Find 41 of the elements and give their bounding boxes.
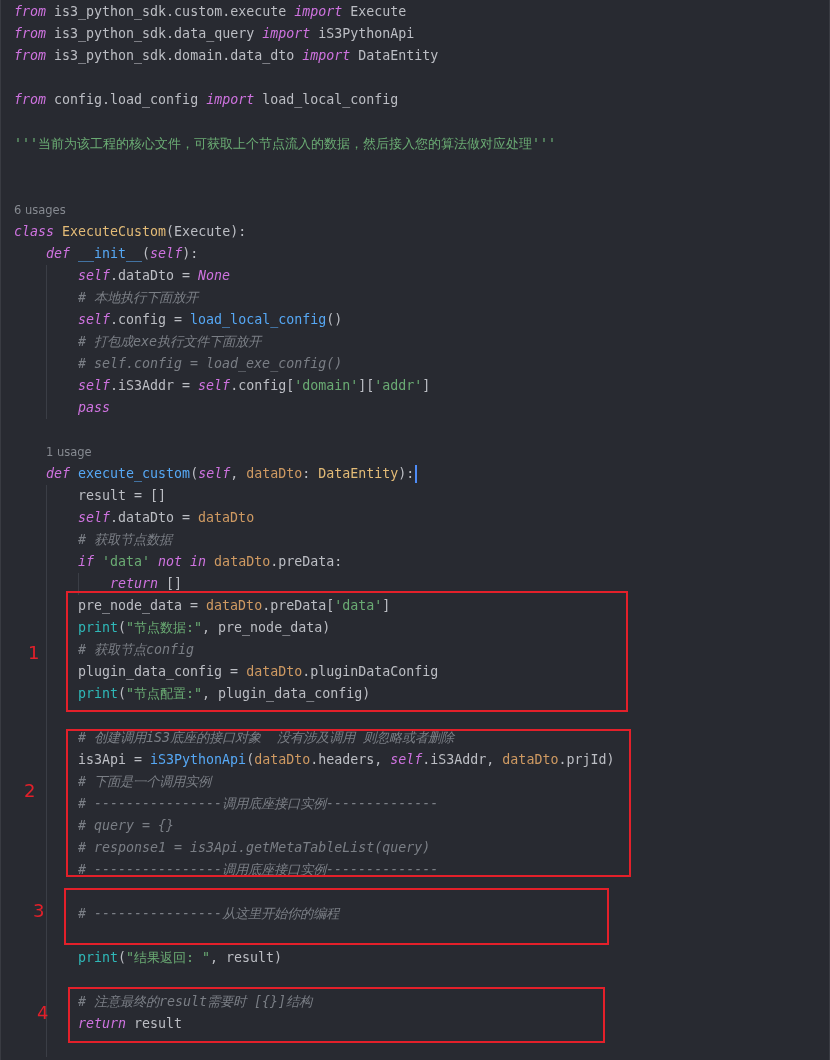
- code-line: # ----------------从这里开始你的编程: [78, 905, 340, 923]
- code-line: from config.load_config import load_local_config: [14, 91, 399, 110]
- code-line: def execute_custom(self, dataDto: DataEntity):: [46, 465, 415, 484]
- code-line: self.dataDto = dataDto: [78, 509, 255, 527]
- code-line: def __init__(self):: [46, 245, 199, 264]
- code-line: print("结果返回: ", result): [78, 949, 283, 967]
- code-line: # response1 = is3Api.getMetaTableList(query): [78, 839, 431, 857]
- code-line: self.iS3Addr = self.config['domain']['addr']: [78, 377, 431, 395]
- code-line: if 'data' not in dataDto.preData:: [78, 553, 343, 571]
- code-line: # 打包成exe执行文件下面放开: [78, 333, 262, 351]
- code-line: # 下面是一个调用实例: [78, 773, 211, 791]
- code-line: result = []: [78, 487, 167, 505]
- annotation-number: 2: [24, 780, 36, 801]
- code-line: return result: [78, 1015, 183, 1033]
- code-line: self.dataDto = None: [78, 267, 231, 285]
- code-line: print("节点数据:", pre_node_data): [78, 619, 331, 638]
- code-line: pass: [78, 399, 111, 417]
- code-line: return []: [110, 575, 183, 593]
- code-line: self.config = load_local_config(): [78, 311, 343, 330]
- code-line: pre_node_data = dataDto.preData['data']: [78, 597, 391, 616]
- code-line: # 创建调用iS3底座的接口对象 没有涉及调用 则忽略或者删除: [78, 729, 455, 747]
- annotation-number: 4: [37, 1002, 49, 1023]
- code-line: from is3_python_sdk.data_query import iS3PythonApi: [14, 25, 415, 44]
- code-line: '''当前为该工程的核心文件，可获取上个节点流入的数据，然后接入您的算法做对应处理''': [14, 135, 557, 153]
- code-line: # 注意最终的result需要时 [{}]结构: [78, 993, 313, 1011]
- code-line: from is3_python_sdk.domain.data_dto import DataEntity: [14, 47, 439, 66]
- code-line: # query = {}: [78, 817, 175, 835]
- code-line: # 获取节点config: [78, 641, 195, 659]
- code-line: class ExecuteCustom(Execute):: [14, 223, 247, 241]
- usages-hint[interactable]: 6 usages: [14, 199, 66, 221]
- code-line: # self.config = load_exe_config(): [78, 355, 343, 374]
- code-line: print("节点配置:", plugin_data_config): [78, 685, 371, 704]
- code-line: plugin_data_config = dataDto.pluginDataConfig: [78, 663, 439, 682]
- usages-hint[interactable]: 1 usage: [46, 441, 92, 463]
- code-line: # 获取节点数据: [78, 531, 172, 549]
- annotation-number: 1: [28, 642, 40, 663]
- annotation-number: 3: [33, 900, 45, 921]
- code-line: # 本地执行下面放开: [78, 289, 198, 307]
- code-line: # ----------------调用底座接口实例--------------: [78, 795, 439, 813]
- code-line: is3Api = iS3PythonApi(dataDto.headers, self.iS3Addr, dataDto.prjId): [78, 751, 615, 769]
- code-line: from is3_python_sdk.custom.execute import Execute: [14, 3, 407, 22]
